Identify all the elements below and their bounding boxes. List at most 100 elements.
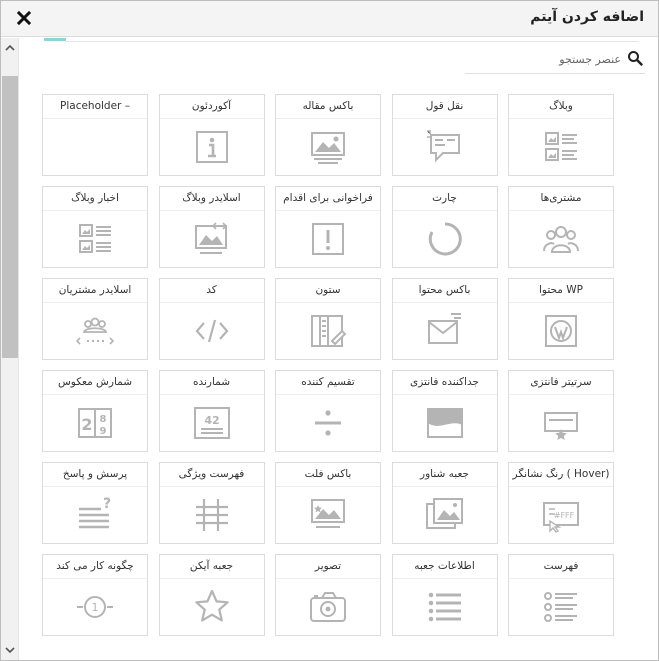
element-tile-label: وبلاگ — [509, 95, 613, 119]
camera-icon — [308, 587, 348, 627]
blog-news-icon — [75, 219, 115, 259]
element-tile-label: اسلایدر وبلاگ — [159, 187, 264, 211]
element-tile[interactable]: فهرست ویژگی — [158, 462, 265, 544]
element-tile[interactable]: فهرست — [508, 554, 614, 636]
element-tile-label: اطلاعات جعبه — [392, 555, 497, 579]
element-tile[interactable]: نقل قول — [391, 94, 498, 176]
element-tile-label: پرسش و پاسخ — [43, 463, 147, 487]
element-tile-label: سرتیتر فانتزی — [509, 371, 613, 395]
element-tile-label: شمارش معکوس — [43, 371, 147, 395]
clients-icon — [541, 219, 581, 259]
element-tile-label: اخبار وبلاگ — [43, 187, 147, 211]
element-tile[interactable]: اطلاعات جعبه — [391, 554, 498, 636]
element-tile[interactable]: باکس فلت — [275, 462, 381, 544]
element-tile[interactable]: باکس محتوا — [391, 278, 498, 360]
hover-box-icon — [425, 495, 465, 535]
vertical-scrollbar[interactable] — [1, 38, 19, 660]
svg-text:?: ? — [103, 496, 111, 512]
element-tile-label: شمارنده — [159, 371, 264, 395]
element-tile[interactable]: جعبه شناور — [391, 462, 498, 544]
column-icon — [308, 311, 348, 351]
element-tile-label: فهرست — [509, 555, 613, 579]
element-tile[interactable]: Placeholder – — [42, 94, 148, 176]
element-tile[interactable]: تقسیم کننده — [275, 370, 381, 452]
envelope-icon — [425, 311, 465, 351]
element-tile[interactable]: چگونه کار می کند 1 — [42, 554, 148, 636]
element-tile[interactable]: اسلایدر مشتریان — [42, 278, 148, 360]
scroll-down-arrow[interactable] — [1, 640, 19, 660]
image-box-icon — [308, 127, 348, 167]
element-tile[interactable]: اخبار وبلاگ — [42, 186, 148, 268]
element-tile-label: تصویر — [276, 555, 380, 579]
code-icon — [192, 311, 232, 351]
element-tile-label: اسلایدر مشتریان — [43, 279, 147, 303]
search-icon[interactable] — [627, 50, 643, 66]
dialog-titlebar: اضافه کردن آیتم — [1, 1, 658, 37]
element-tile[interactable]: باکس مقاله — [275, 94, 381, 176]
element-tile[interactable]: چارت — [391, 186, 498, 268]
element-tile[interactable]: کد — [158, 278, 265, 360]
element-tile-label: باکس فلت — [276, 463, 380, 487]
search-box — [465, 44, 645, 74]
element-tile-label: جداکننده فانتزی — [392, 371, 497, 395]
scroll-up-arrow[interactable] — [1, 38, 19, 58]
element-tile[interactable]: شمارش معکوس 2 8 9 — [42, 370, 148, 452]
dialog-title: اضافه کردن آیتم — [530, 9, 644, 25]
element-tile-label: فراخوانی برای اقدام — [276, 187, 380, 211]
svg-text:1: 1 — [92, 601, 99, 614]
element-tile[interactable]: مشتری‌ها — [508, 186, 614, 268]
close-icon — [16, 10, 32, 26]
element-tile[interactable]: سرتیتر فانتزی — [508, 370, 614, 452]
element-tile[interactable]: تصویر — [275, 554, 381, 636]
close-button[interactable] — [13, 7, 35, 29]
chevron-up-icon — [5, 44, 15, 51]
scrollbar-thumb[interactable] — [2, 76, 18, 358]
feature-list-icon — [192, 495, 232, 535]
element-tile-label: ستون — [276, 279, 380, 303]
clients-slider-icon — [75, 311, 115, 351]
blog-icon — [541, 127, 581, 167]
element-tile-label: مشتری‌ها — [509, 187, 613, 211]
element-tile-label: فهرست ویژگی — [159, 463, 264, 487]
call-to-action-icon — [308, 219, 348, 259]
chevron-down-icon — [5, 647, 15, 654]
element-tile-label: باکس مقاله — [276, 95, 380, 119]
element-tile-label: جعبه آیکن — [159, 555, 264, 579]
element-tile-label: Placeholder – — [43, 95, 147, 119]
element-tile[interactable]: ستون — [275, 278, 381, 360]
flat-box-icon — [308, 495, 348, 535]
wordpress-icon — [541, 311, 581, 351]
element-tile-label: رنگ نشانگر ( Hover) — [509, 463, 613, 487]
element-tile[interactable]: اسلایدر وبلاگ — [158, 186, 265, 268]
element-tile[interactable]: فراخوانی برای اقدام — [275, 186, 381, 268]
element-tile-label: محتوا WP — [509, 279, 613, 303]
svg-text:9: 9 — [100, 426, 107, 437]
element-tile-label: آکوردئون — [159, 95, 264, 119]
star-icon — [192, 587, 232, 627]
element-tile[interactable]: رنگ نشانگر ( Hover) #FFF — [508, 462, 614, 544]
fancy-heading-icon — [541, 403, 581, 443]
element-tile[interactable]: جعبه آیکن — [158, 554, 265, 636]
element-tile[interactable]: وبلاگ — [508, 94, 614, 176]
svg-text:42: 42 — [204, 414, 219, 427]
element-tile-label: باکس محتوا — [392, 279, 497, 303]
element-tile[interactable]: آکوردئون — [158, 94, 265, 176]
chart-circle-icon — [425, 219, 465, 259]
element-tile-label: نقل قول — [392, 95, 497, 119]
dialog-content: وبلاگ نقل قول باکس مقاله آکوردئون Placeholde… — [20, 38, 658, 660]
element-tile[interactable]: پرسش و پاسخ? — [42, 462, 148, 544]
countdown-icon: 289 — [75, 403, 115, 443]
quote-icon — [425, 127, 465, 167]
info-box-icon — [425, 587, 465, 627]
placeholder-icon — [75, 127, 115, 167]
element-tile-label: چارت — [392, 187, 497, 211]
search-input[interactable] — [471, 48, 621, 70]
element-tile[interactable]: محتوا WP — [508, 278, 614, 360]
element-tile[interactable]: شمارنده 42 — [158, 370, 265, 452]
hover-color-icon: #FFF — [541, 495, 581, 535]
blog-slider-icon — [192, 219, 232, 259]
element-tile-label: کد — [159, 279, 264, 303]
element-tile[interactable]: جداکننده فانتزی — [391, 370, 498, 452]
element-tile-label: جعبه شناور — [392, 463, 497, 487]
svg-text:#FFF: #FFF — [554, 511, 575, 520]
